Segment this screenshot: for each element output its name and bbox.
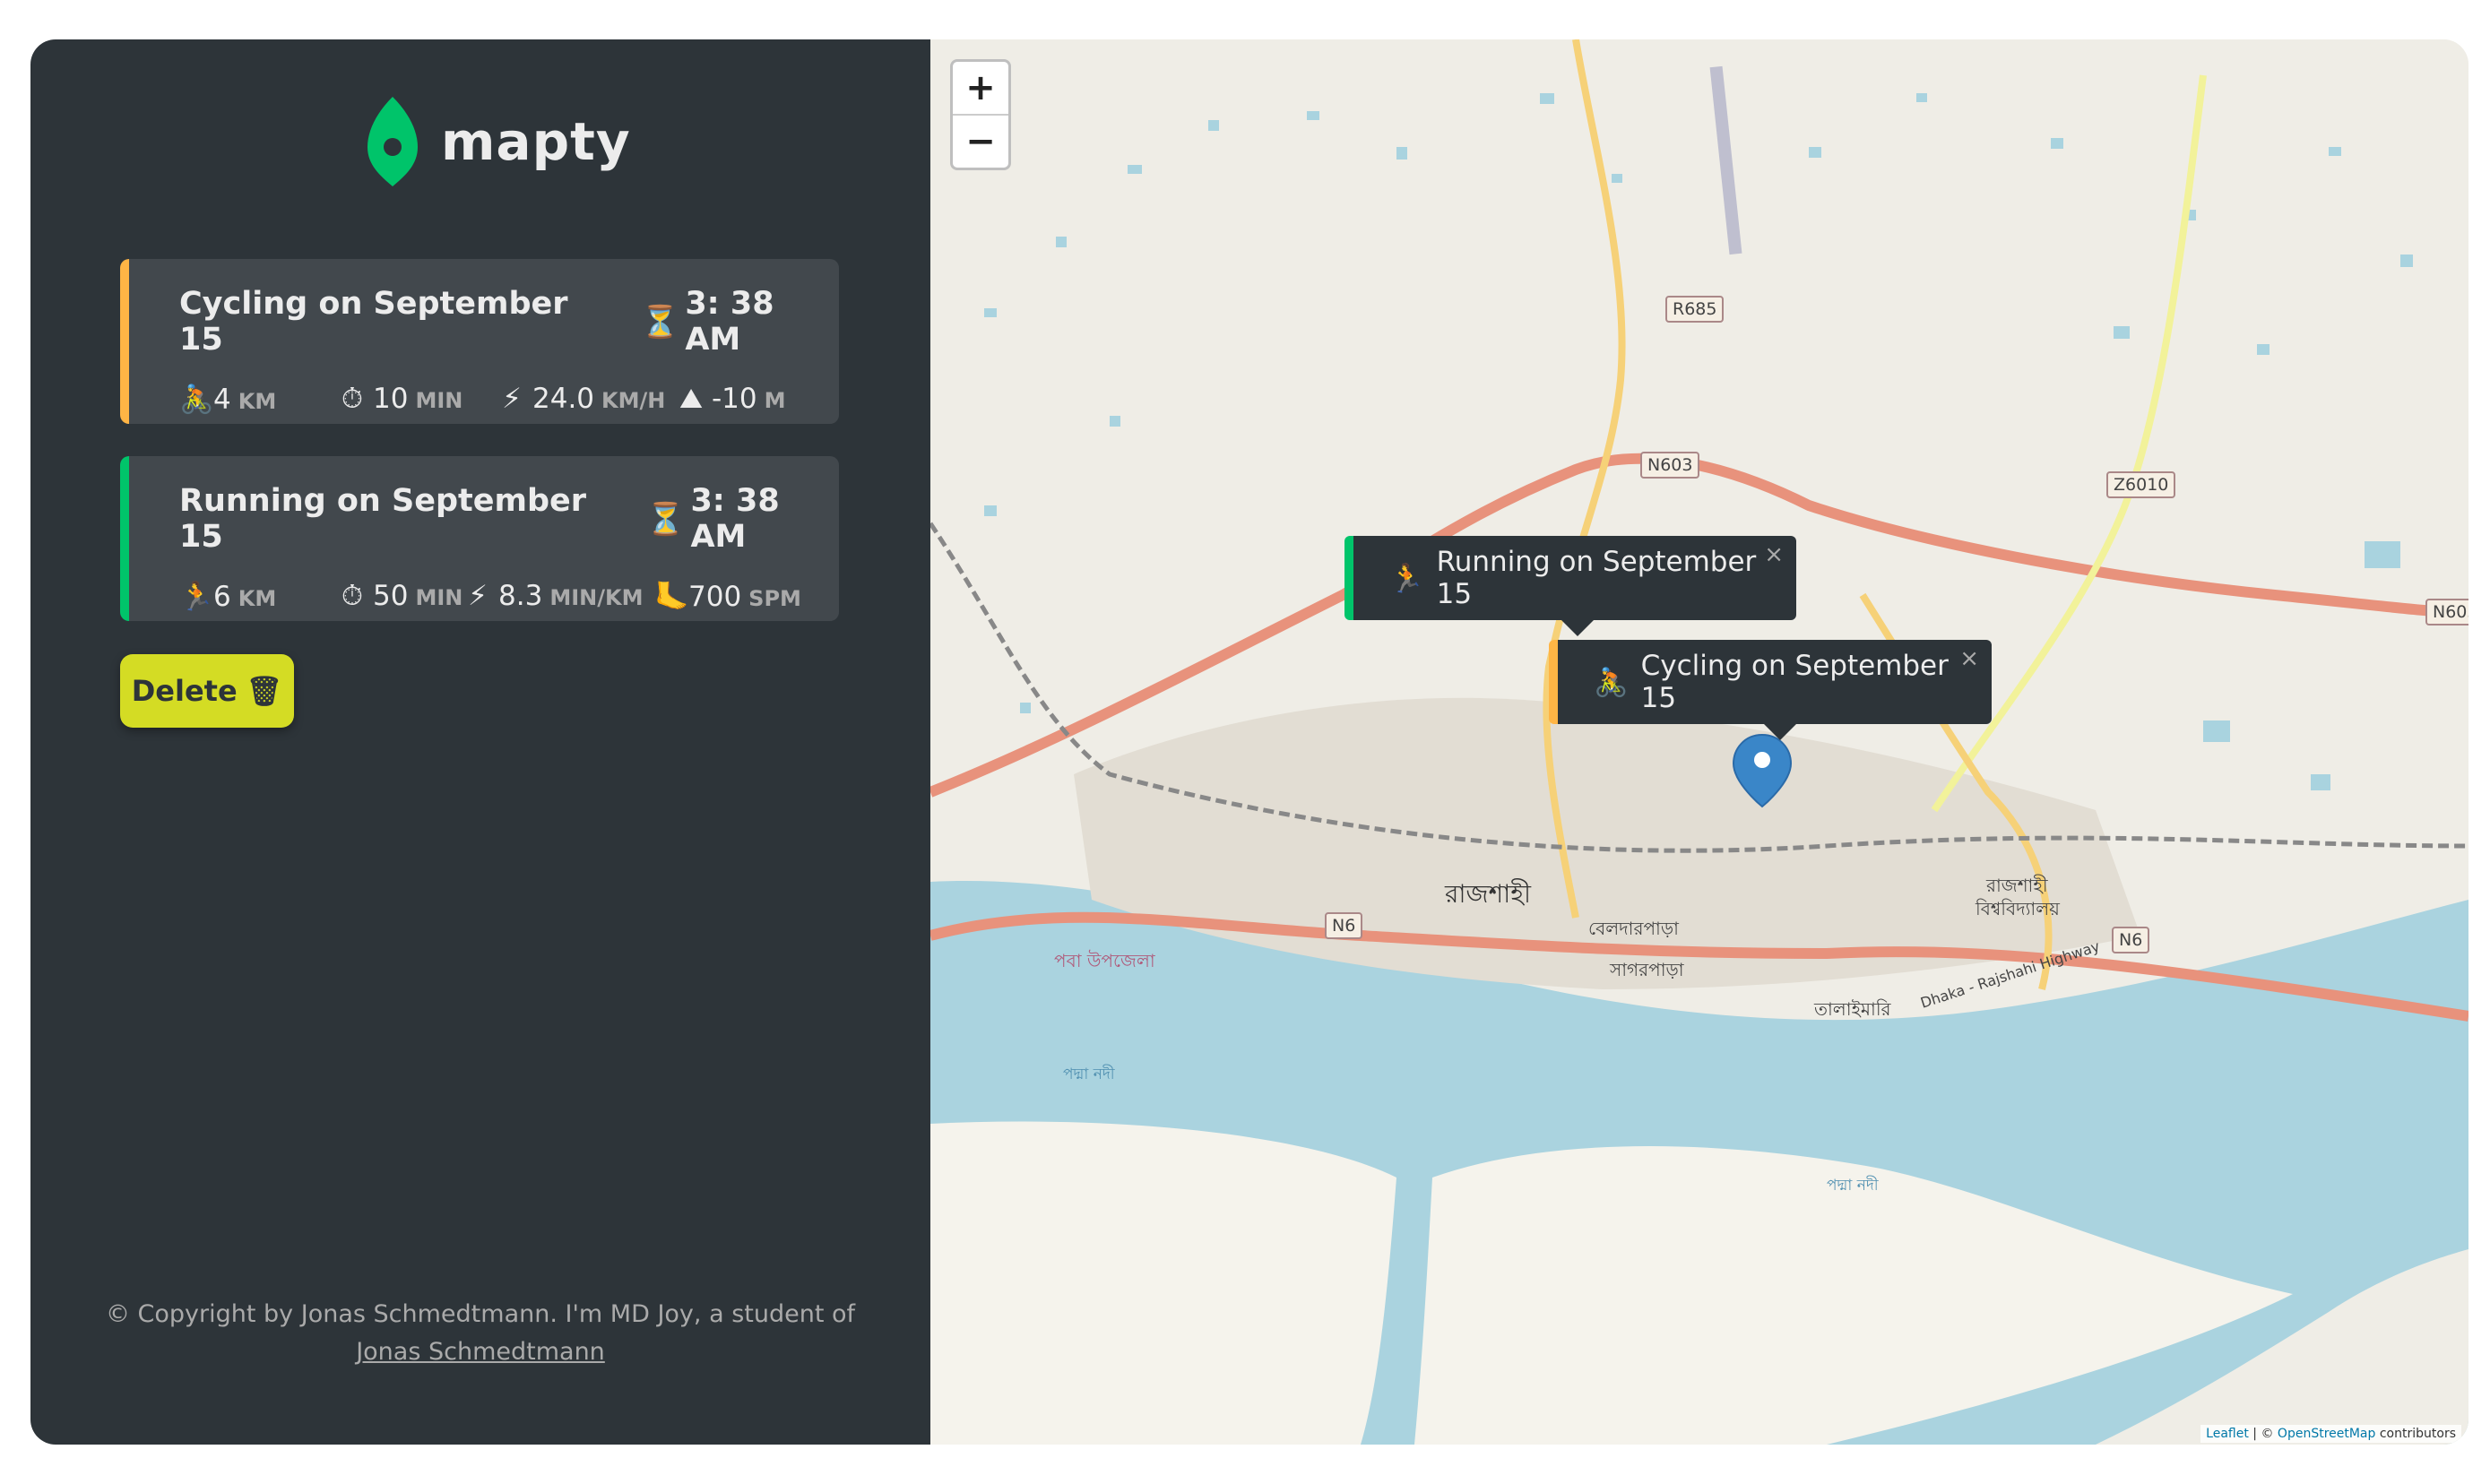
duration-unit: min (415, 585, 463, 610)
map-label-university: বিশ্ববিদ্যালয় (1976, 898, 2060, 919)
workout-detail-distance: 🚴 4 km (179, 383, 339, 416)
cadence-unit: spm (748, 586, 801, 611)
foot-icon: 🦶 (654, 581, 689, 613)
workout-detail-cadence: 🦶 700 spm (654, 580, 801, 613)
distance-unit: km (238, 389, 277, 414)
map-label-city: রাজশাহী (1445, 879, 1531, 909)
road-shield: N603 (1640, 452, 1700, 479)
logo: mapty (364, 93, 631, 190)
speed-value: 24.0 (532, 383, 595, 415)
attribution-tail: contributors (2375, 1427, 2456, 1441)
pace-value: 8.3 (498, 580, 543, 612)
trash-icon: 🗑 (246, 674, 283, 708)
map-attribution: Leaflet | © OpenStreetMap contributors (2200, 1425, 2461, 1443)
map-tiles[interactable] (930, 39, 2468, 1445)
copyright: © Copyright by Jonas Schmedtmann. I'm MD… (30, 1296, 930, 1371)
delete-button[interactable]: Delete 🗑 (120, 654, 294, 728)
copyright-link[interactable]: Jonas Schmedtmann (356, 1338, 605, 1366)
workout-title-text: Cycling on September 15 (179, 286, 568, 358)
osm-link[interactable]: OpenStreetMap (2278, 1427, 2375, 1441)
workout-detail-duration: ⏱ 50 min (339, 580, 464, 613)
zoom-control: + − (950, 59, 1011, 170)
duration-value: 50 (373, 580, 409, 612)
map-label-river: পদ্মা নদী (1063, 1066, 1115, 1083)
map-label-upazila: পবা উপজেলা (1054, 950, 1155, 971)
stopwatch-icon: ⏱ (341, 383, 364, 415)
popup-tip (1764, 724, 1796, 740)
close-icon[interactable]: × (1764, 541, 1784, 568)
workout-title: Running on September 15 ⏳ 3: 38 AM (179, 483, 839, 555)
road-shield: N6 (1325, 912, 1363, 939)
map-label-river: পদ্মা নদী (1827, 1177, 1879, 1195)
lightning-icon: ⚡ (502, 383, 522, 415)
workout-time-text: 3: 38 AM (690, 483, 780, 555)
zoom-out-button[interactable]: − (953, 116, 1008, 168)
map-label-area: বেলদারপাড়া (1588, 918, 1679, 939)
workout-detail-pace: ⚡ 8.3 min/km (464, 580, 654, 613)
delete-button-label: Delete (131, 674, 238, 708)
cyclist-icon: 🚴 (1594, 666, 1629, 699)
cadence-value: 700 (688, 581, 742, 613)
workout-detail-elevation: ⛰ -10 m (678, 383, 786, 416)
map-label-area: সাগরপাড়া (1610, 959, 1684, 980)
duration-value: 10 (373, 383, 409, 415)
duration-unit: min (415, 388, 463, 413)
map-pin-logo-icon (367, 97, 418, 186)
mountain-icon: ⛰ (679, 383, 704, 415)
workout-detail-distance: 🏃 6 km (179, 580, 339, 613)
zoom-in-button[interactable]: + (953, 62, 1008, 116)
road-shield: R685 (1665, 296, 1725, 323)
app-window: mapty Cycling on September 15 ⏳ 3: 38 AM… (30, 39, 2468, 1445)
workout-card-running[interactable]: Running on September 15 ⏳ 3: 38 AM 🏃 6 k… (120, 456, 839, 621)
cyclist-icon: 🚴 (179, 384, 214, 416)
close-icon[interactable]: × (1959, 645, 1979, 672)
map-label-area: তালাইমারি (1814, 998, 1891, 1020)
elevation-unit: m (764, 388, 786, 413)
road-shield: N6 (2112, 927, 2150, 953)
workout-card-cycling[interactable]: Cycling on September 15 ⏳ 3: 38 AM 🚴 4 k… (120, 259, 839, 424)
distance-value: 6 (213, 581, 231, 613)
workout-detail-speed: ⚡ 24.0 km/h (498, 383, 678, 416)
popup-text: Running on September 15 (1436, 546, 1757, 610)
speed-unit: km/h (601, 388, 666, 413)
workout-time-text: 3: 38 AM (685, 286, 774, 358)
hourglass-icon: ⏳ (640, 304, 680, 341)
distance-value: 4 (213, 384, 231, 416)
logo-text: mapty (441, 111, 631, 172)
road-shield: N603 (2425, 599, 2468, 626)
popup-running[interactable]: 🏃 Running on September 15 × (1344, 536, 1796, 636)
stopwatch-icon: ⏱ (341, 580, 364, 612)
popup-text: Cycling on September 15 (1640, 650, 1949, 714)
hourglass-icon: ⏳ (645, 501, 686, 538)
popup-cycling[interactable]: 🚴 Cycling on September 15 × (1549, 640, 1992, 740)
road-shield: Z6010 (2106, 471, 2176, 498)
workout-time: ⏳ 3: 38 AM (646, 483, 839, 555)
workout-time: ⏳ 3: 38 AM (641, 286, 839, 358)
distance-unit: km (238, 586, 277, 611)
pace-unit: min/km (549, 585, 644, 610)
popup-tip (1561, 620, 1594, 636)
runner-icon: 🏃 (179, 581, 214, 613)
copyright-text: © Copyright by Jonas Schmedtmann. I'm MD… (105, 1300, 856, 1328)
runner-icon: 🏃 (1389, 562, 1424, 595)
workout-detail-duration: ⏱ 10 min (339, 383, 498, 416)
leaflet-link[interactable]: Leaflet (2206, 1427, 2249, 1441)
attribution-separator: | © (2248, 1427, 2278, 1441)
workout-title-text: Running on September 15 (179, 483, 586, 555)
map[interactable]: R685 N603 Z6010 N603 N6 N6 রাজশাহী বেলদা… (930, 39, 2468, 1445)
lightning-icon: ⚡ (468, 580, 488, 612)
workout-details: 🏃 6 km ⏱ 50 min ⚡ 8.3 min/km 🦶 700 (179, 580, 839, 613)
workout-details: 🚴 4 km ⏱ 10 min ⚡ 24.0 km/h ⛰ -10 m (179, 383, 839, 416)
sidebar: mapty Cycling on September 15 ⏳ 3: 38 AM… (30, 39, 930, 1445)
elevation-value: -10 (712, 383, 757, 415)
workout-title: Cycling on September 15 ⏳ 3: 38 AM (179, 286, 839, 358)
